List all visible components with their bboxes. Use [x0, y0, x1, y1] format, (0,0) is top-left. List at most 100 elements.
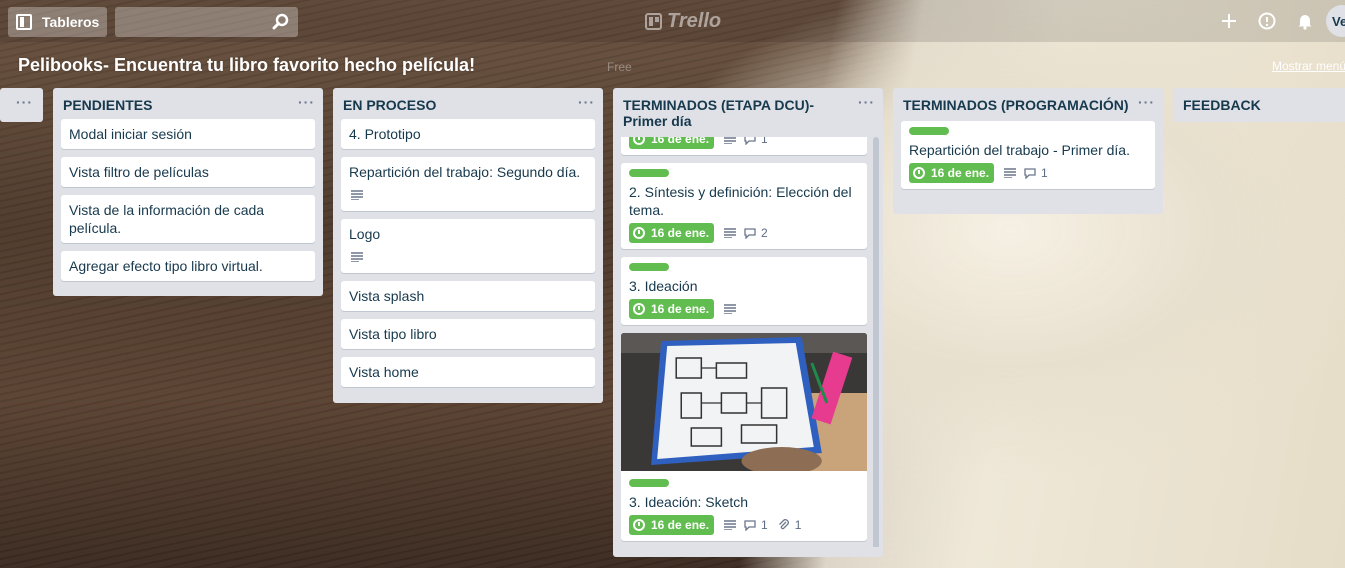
list-pendientes: PENDIENTES ··· Modal iniciar sesión Vist… — [53, 88, 323, 296]
paperclip-icon — [778, 519, 789, 530]
list-header[interactable]: FEEDBACK — [1173, 88, 1345, 119]
list-header[interactable]: EN PROCESO ··· — [333, 88, 603, 119]
trello-logo[interactable]: Trello — [645, 10, 721, 32]
due-date-badge[interactable]: 16 de ene. — [629, 223, 715, 243]
description-icon — [724, 520, 737, 530]
search-icon[interactable] — [272, 13, 290, 31]
card-title: Logo — [349, 226, 381, 242]
list-title[interactable]: EN PROCESO — [343, 97, 436, 113]
card-cover-image — [621, 333, 867, 471]
card[interactable]: 2. Síntesis y definición: Elección del t… — [621, 163, 867, 249]
card-label[interactable] — [629, 479, 669, 487]
card[interactable]: Agregar efecto tipo libro virtual. — [61, 251, 315, 281]
list-title[interactable]: FEEDBACK — [1183, 97, 1261, 113]
top-header: Tableros Trello Ve — [0, 0, 1345, 42]
comment-count: 1 — [761, 137, 768, 146]
card[interactable]: 3. Ideación: Sketch 16 de ene. 1 1 — [621, 333, 867, 541]
description-icon — [724, 137, 737, 144]
list-header[interactable]: PENDIENTES ··· — [53, 88, 323, 119]
list-terminados-dcu: TERMINADOS (ETAPA DCU)- Primer día ··· 1… — [613, 88, 883, 557]
show-menu-link[interactable]: Mostrar menú — [1272, 59, 1345, 73]
info-icon[interactable] — [1256, 10, 1278, 32]
due-date-badge[interactable]: 16 de ene. — [629, 515, 715, 535]
bell-icon[interactable] — [1294, 10, 1316, 32]
list-menu-icon[interactable]: ··· — [1138, 94, 1155, 110]
card-title: 3. Ideación: Sketch — [629, 494, 749, 510]
card[interactable]: Vista splash — [341, 281, 595, 311]
comment-count: 2 — [761, 226, 768, 240]
due-date-text: 16 de ene. — [651, 302, 710, 316]
card[interactable]: 3. Ideación 16 de ene. — [621, 257, 867, 325]
comment-icon — [744, 227, 756, 239]
card[interactable]: 4. Prototipo — [341, 119, 595, 149]
clock-icon — [633, 137, 645, 145]
card-title: Repartición del trabajo: Segundo día. — [349, 164, 581, 180]
avatar[interactable]: Ve — [1326, 5, 1345, 37]
card-label[interactable] — [629, 263, 669, 271]
list-header[interactable]: TERMINADOS (ETAPA DCU)- Primer día ··· — [613, 88, 883, 137]
card[interactable]: Logo — [341, 219, 595, 273]
attachments-badge: 1 — [778, 516, 802, 534]
due-date-text: 16 de ene. — [651, 226, 710, 240]
list-menu-icon[interactable]: ··· — [858, 94, 875, 110]
card-label[interactable] — [629, 169, 669, 177]
board-visibility-label[interactable]: Free — [607, 60, 632, 74]
card-title: 4. Prototipo — [349, 126, 421, 142]
due-date-text: 16 de ene. — [651, 137, 710, 146]
card-title: Vista de la información de cada película… — [69, 202, 265, 236]
comment-count: 1 — [761, 518, 768, 532]
add-icon[interactable] — [1218, 10, 1240, 32]
description-icon — [351, 252, 363, 262]
list-menu-icon[interactable]: ··· — [578, 94, 595, 110]
comments-badge: 2 — [744, 224, 768, 242]
board-title[interactable]: Pelibooks- Encuentra tu libro favorito h… — [18, 55, 475, 76]
card[interactable]: Vista de la información de cada película… — [61, 195, 315, 243]
card-label[interactable] — [909, 127, 949, 135]
due-date-badge[interactable]: 16 de ene. — [629, 137, 715, 149]
boards-button-label: Tableros — [42, 14, 100, 30]
card-title: 3. Ideación — [629, 278, 698, 294]
description-icon — [724, 304, 737, 314]
trello-logo-text: Trello — [667, 9, 722, 32]
trello-logo-icon — [645, 12, 662, 30]
card-title: Vista tipo libro — [349, 326, 437, 342]
boards-icon — [16, 14, 32, 30]
due-date-badge[interactable]: 16 de ene. — [909, 163, 995, 183]
list-en-proceso: EN PROCESO ··· 4. Prototipo Repartición … — [333, 88, 603, 403]
offscreen-list: ··· — [0, 88, 43, 122]
card[interactable]: Modal iniciar sesión — [61, 119, 315, 149]
description-icon — [351, 190, 363, 200]
list-menu-icon[interactable]: ··· — [16, 94, 33, 110]
card-title: Modal iniciar sesión — [69, 126, 192, 142]
card[interactable]: Vista filtro de películas — [61, 157, 315, 187]
due-date-badge[interactable]: 16 de ene. — [629, 299, 715, 319]
search-input[interactable] — [115, 7, 298, 37]
card[interactable]: Repartición del trabajo - Primer día. 16… — [901, 121, 1155, 189]
clock-icon — [633, 519, 645, 531]
list-header[interactable]: TERMINADOS (PROGRAMACIÓN) ··· — [893, 88, 1163, 121]
comments-badge: 1 — [1024, 164, 1048, 182]
card[interactable]: Repartición del trabajo: Segundo día. — [341, 157, 595, 211]
card[interactable]: Vista tipo libro — [341, 319, 595, 349]
attachment-count: 1 — [794, 518, 802, 532]
list-menu-icon[interactable]: ··· — [298, 94, 315, 110]
card[interactable]: Vista home — [341, 357, 595, 387]
list-title[interactable]: TERMINADOS (ETAPA DCU)- Primer día — [623, 97, 814, 129]
list-terminados-programacion: TERMINADOS (PROGRAMACIÓN) ··· Repartició… — [893, 88, 1163, 214]
comment-icon — [744, 137, 756, 145]
due-date-text: 16 de ene. — [931, 166, 990, 180]
description-icon — [724, 228, 737, 238]
clock-icon — [633, 227, 645, 239]
card-title: Vista filtro de películas — [69, 164, 209, 180]
clock-icon — [633, 303, 645, 315]
comment-icon — [1024, 167, 1036, 179]
list-title[interactable]: PENDIENTES — [63, 97, 152, 113]
card-title: Repartición del trabajo - Primer día. — [909, 142, 1130, 158]
list-scrollbar[interactable] — [873, 137, 879, 547]
boards-button[interactable]: Tableros — [8, 7, 107, 37]
list-title[interactable]: TERMINADOS (PROGRAMACIÓN) — [903, 97, 1129, 113]
card-title: Agregar efecto tipo libro virtual. — [69, 258, 263, 274]
card[interactable]: 16 de ene. 1 — [621, 137, 867, 155]
description-icon — [1004, 168, 1017, 178]
card-title: Vista home — [349, 364, 419, 380]
